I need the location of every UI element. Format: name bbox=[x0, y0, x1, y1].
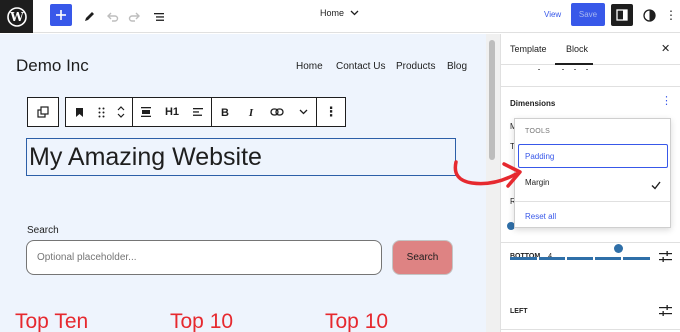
close-icon[interactable]: ✕ bbox=[661, 42, 670, 55]
promo-heading[interactable]: Top 10 bbox=[325, 310, 388, 332]
tab-block[interactable]: Block bbox=[566, 44, 588, 54]
align-icon[interactable] bbox=[133, 98, 159, 126]
editor-toolbar: W Home View Save ⋮ bbox=[0, 0, 680, 33]
canvas-scrollbar-thumb[interactable] bbox=[489, 40, 495, 160]
sidebar-panel-icon bbox=[616, 9, 628, 21]
text-align-icon[interactable] bbox=[185, 98, 211, 126]
svg-text:B: B bbox=[221, 107, 229, 118]
save-button[interactable]: Save bbox=[571, 3, 605, 26]
nav-item-home[interactable]: Home bbox=[296, 61, 323, 72]
heading-level-button[interactable]: H1 bbox=[159, 98, 185, 126]
site-title[interactable]: Demo Inc bbox=[16, 56, 89, 76]
promo-heading[interactable]: Top 10 bbox=[170, 310, 233, 332]
nav-item-products[interactable]: Products bbox=[396, 61, 435, 72]
dimensions-options-icon[interactable]: ⋮ bbox=[661, 96, 672, 107]
search-label: Search bbox=[27, 225, 59, 236]
tab-template[interactable]: Template bbox=[510, 44, 547, 54]
section-divider bbox=[501, 86, 680, 87]
bottom-padding-slider[interactable] bbox=[510, 247, 650, 260]
settings-button[interactable] bbox=[611, 4, 633, 26]
bold-icon[interactable]: B bbox=[212, 98, 238, 126]
add-block-button[interactable] bbox=[50, 4, 72, 26]
adjust-icon[interactable] bbox=[659, 250, 672, 268]
document-title: Home bbox=[320, 8, 345, 18]
options-menu-icon[interactable]: ⋮ bbox=[664, 8, 678, 24]
document-title-dropdown[interactable]: Home bbox=[320, 8, 359, 18]
block-mover-group: H1 B I ⋮ bbox=[65, 97, 346, 127]
svg-text:I: I bbox=[248, 107, 254, 118]
styles-button[interactable] bbox=[640, 6, 658, 24]
undo-icon[interactable] bbox=[101, 6, 123, 28]
bookmark-icon[interactable] bbox=[66, 98, 92, 126]
chevron-down-icon bbox=[350, 10, 359, 16]
document-overview-icon[interactable] bbox=[148, 6, 170, 28]
dimensions-heading: Dimensions bbox=[510, 99, 556, 108]
redo-icon[interactable] bbox=[124, 6, 146, 28]
search-input[interactable]: Optional placeholder... bbox=[26, 240, 382, 275]
reset-all-button[interactable]: Reset all bbox=[525, 212, 556, 221]
heading-block[interactable]: My Amazing Website bbox=[26, 138, 456, 176]
search-button[interactable]: Search bbox=[392, 240, 453, 275]
tools-heading: TOOLS bbox=[525, 128, 551, 135]
clipped-controls bbox=[537, 64, 601, 70]
section-divider bbox=[501, 242, 680, 243]
duplicate-icon[interactable] bbox=[28, 98, 58, 126]
chevron-down-icon[interactable] bbox=[290, 98, 316, 126]
check-icon bbox=[651, 177, 661, 195]
annotation-arrow-icon bbox=[453, 160, 522, 188]
block-options-icon[interactable]: ⋮ bbox=[317, 98, 345, 126]
block-switcher-group bbox=[27, 97, 59, 127]
popover-divider bbox=[515, 201, 670, 202]
half-circle-icon bbox=[642, 8, 656, 22]
plus-icon bbox=[56, 10, 66, 20]
left-padding-label: LEFT bbox=[510, 308, 528, 315]
adjust-icon[interactable] bbox=[659, 304, 672, 322]
nav-item-blog[interactable]: Blog bbox=[447, 61, 467, 72]
link-icon[interactable] bbox=[264, 98, 290, 126]
italic-icon[interactable]: I bbox=[238, 98, 264, 126]
view-button[interactable]: View bbox=[544, 10, 561, 19]
wordpress-logo-icon[interactable]: W bbox=[0, 0, 33, 33]
drag-handle-icon[interactable] bbox=[92, 98, 110, 126]
tools-popover: TOOLS Padding Margin Reset all bbox=[514, 118, 671, 228]
editor-canvas[interactable]: Demo Inc Home Contact Us Products Blog H… bbox=[0, 34, 486, 332]
section-divider bbox=[501, 329, 680, 330]
nav-item-contact-us[interactable]: Contact Us bbox=[336, 61, 385, 72]
block-toolbar: H1 B I ⋮ bbox=[27, 97, 346, 127]
slider-thumb[interactable] bbox=[614, 244, 623, 253]
promo-heading[interactable]: Top Ten bbox=[15, 310, 88, 332]
move-up-down-icon[interactable] bbox=[110, 98, 132, 126]
pencil-icon[interactable] bbox=[78, 6, 100, 28]
padding-menu-item[interactable]: Padding bbox=[518, 144, 668, 168]
svg-text:W: W bbox=[9, 10, 24, 24]
